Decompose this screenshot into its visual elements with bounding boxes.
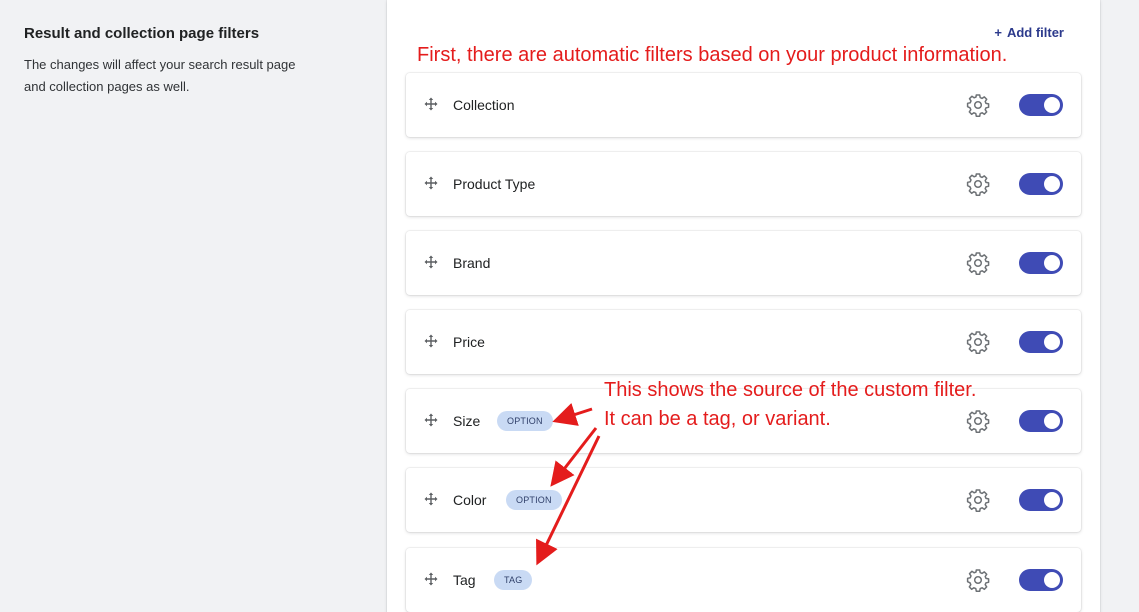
filter-row-brand[interactable]: Brand bbox=[406, 231, 1081, 295]
gear-icon[interactable] bbox=[966, 488, 990, 512]
filter-label: Product Type bbox=[453, 176, 536, 192]
toggle-knob bbox=[1044, 413, 1060, 429]
filter-label: Color bbox=[453, 492, 487, 508]
source-badge: OPTION bbox=[497, 411, 553, 431]
filter-label: Price bbox=[453, 334, 485, 350]
filter-label: Tag bbox=[453, 572, 476, 588]
section-description: The changes will affect your search resu… bbox=[24, 54, 344, 98]
annotation-source-line2: It can be a tag, or variant. bbox=[604, 408, 831, 430]
section-description-line1: The changes will affect your search resu… bbox=[24, 57, 296, 72]
filter-toggle[interactable] bbox=[1019, 569, 1063, 591]
source-badge: OPTION bbox=[506, 490, 562, 510]
filter-row-collection[interactable]: Collection bbox=[406, 73, 1081, 137]
add-filter-label: Add filter bbox=[1006, 25, 1064, 40]
filter-label: Collection bbox=[453, 97, 515, 113]
drag-handle-icon[interactable] bbox=[424, 413, 438, 427]
source-badge: TAG bbox=[494, 570, 533, 590]
annotation-source-line1: This shows the source of the custom filt… bbox=[604, 379, 977, 401]
filter-label: Size bbox=[453, 413, 481, 429]
filter-toggle[interactable] bbox=[1019, 252, 1063, 274]
gear-icon[interactable] bbox=[966, 251, 990, 275]
section-title: Result and collection page filters bbox=[24, 25, 260, 42]
gear-icon[interactable] bbox=[966, 330, 990, 354]
toggle-knob bbox=[1044, 97, 1060, 113]
filter-row-color[interactable]: Color OPTION bbox=[406, 468, 1081, 532]
drag-handle-icon[interactable] bbox=[424, 97, 438, 111]
section-description-line2: and collection pages as well. bbox=[24, 79, 190, 94]
toggle-knob bbox=[1044, 334, 1060, 350]
plus-icon: + bbox=[994, 25, 1002, 40]
filter-toggle[interactable] bbox=[1019, 331, 1063, 353]
gear-icon[interactable] bbox=[966, 172, 990, 196]
drag-handle-icon[interactable] bbox=[424, 334, 438, 348]
annotation-automatic-filters: First, there are automatic filters based… bbox=[417, 44, 1008, 66]
filter-toggle[interactable] bbox=[1019, 94, 1063, 116]
toggle-knob bbox=[1044, 492, 1060, 508]
add-filter-button[interactable]: + Add filter bbox=[994, 25, 1064, 40]
toggle-knob bbox=[1044, 255, 1060, 271]
filter-toggle[interactable] bbox=[1019, 489, 1063, 511]
filter-toggle[interactable] bbox=[1019, 173, 1063, 195]
drag-handle-icon[interactable] bbox=[424, 492, 438, 506]
filter-row-tag[interactable]: Tag TAG bbox=[406, 548, 1081, 612]
toggle-knob bbox=[1044, 176, 1060, 192]
section-info: Result and collection page filters The c… bbox=[24, 24, 344, 98]
drag-handle-icon[interactable] bbox=[424, 255, 438, 269]
filter-row-price[interactable]: Price bbox=[406, 310, 1081, 374]
filter-label: Brand bbox=[453, 255, 491, 271]
filter-row-product-type[interactable]: Product Type bbox=[406, 152, 1081, 216]
toggle-knob bbox=[1044, 572, 1060, 588]
gear-icon[interactable] bbox=[966, 568, 990, 592]
drag-handle-icon[interactable] bbox=[424, 572, 438, 586]
filter-toggle[interactable] bbox=[1019, 410, 1063, 432]
gear-icon[interactable] bbox=[966, 409, 990, 433]
drag-handle-icon[interactable] bbox=[424, 176, 438, 190]
gear-icon[interactable] bbox=[966, 93, 990, 117]
